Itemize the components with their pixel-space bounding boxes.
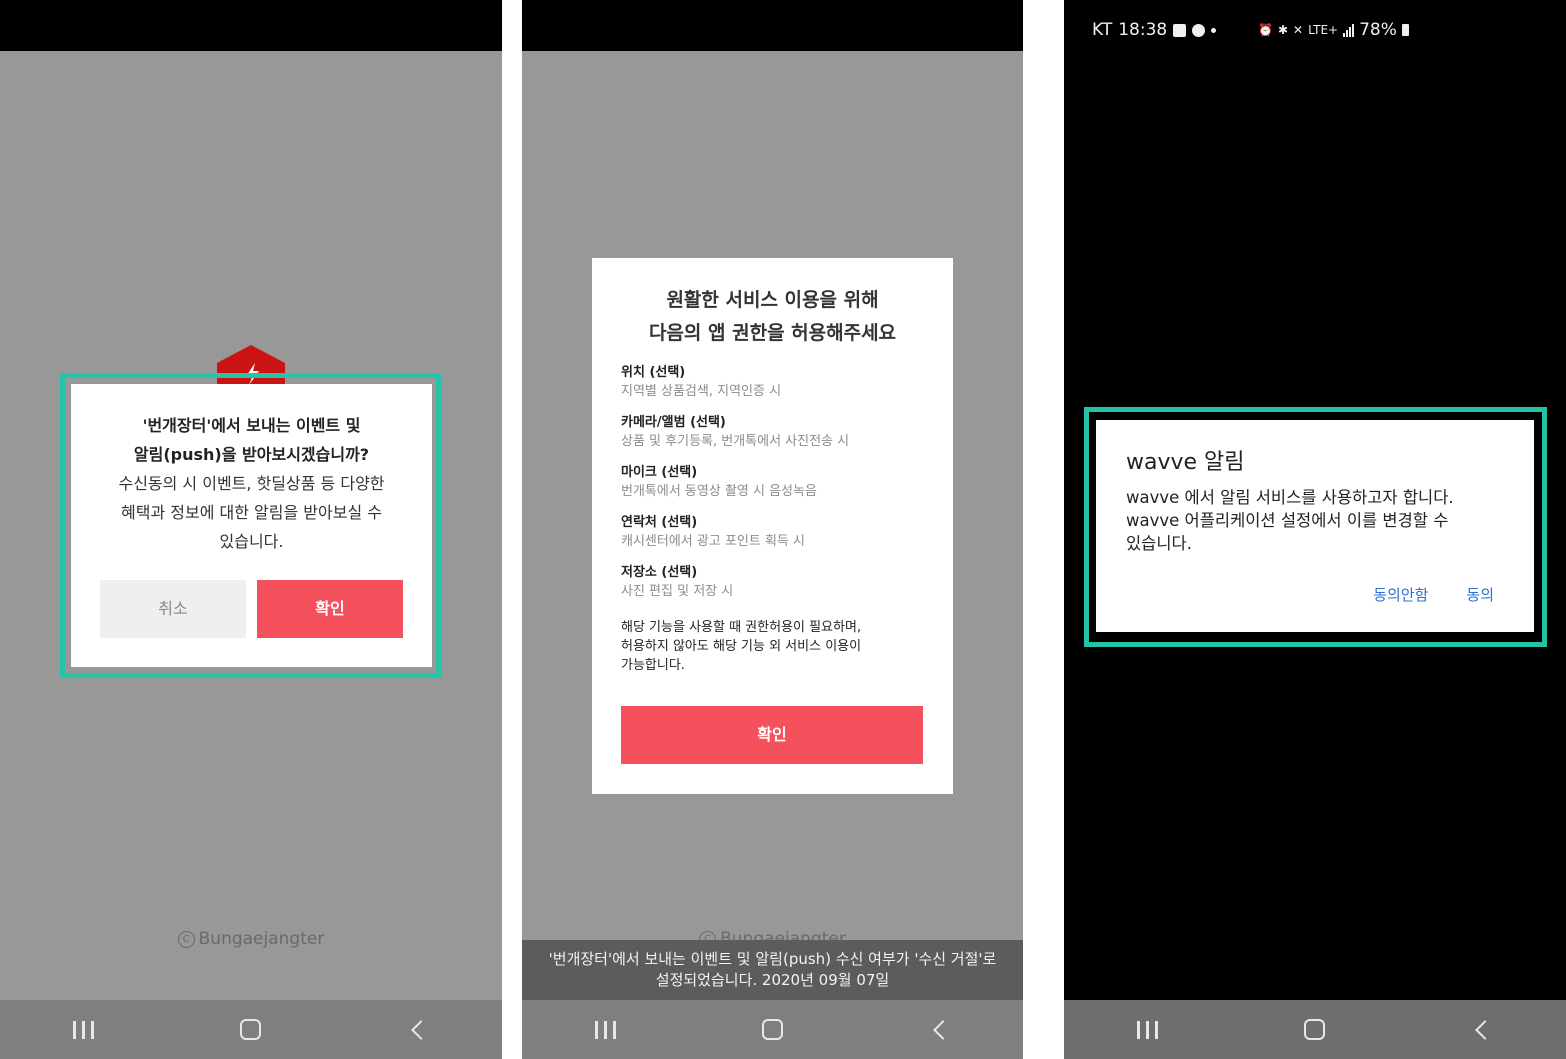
back-button[interactable] — [1452, 1010, 1512, 1050]
permission-desc: 캐시센터에서 광고 포인트 획득 시 — [621, 534, 805, 549]
dialog-buttons: 취소 확인 — [100, 580, 403, 638]
permission-desc: 번개톡에서 동영상 촬영 시 음성녹음 — [621, 484, 817, 499]
dialog-title: wavve 알림 — [1126, 450, 1245, 475]
status-left: KT 18:38 — [1092, 20, 1217, 40]
confirm-button[interactable]: 확인 — [621, 706, 923, 764]
permission-item-camera: 카메라/앨범 (선택) 상품 및 후기등록, 번개톡에서 사진전송 시 — [621, 414, 931, 464]
permission-name: 마이크 (선택) — [621, 465, 698, 480]
confirm-button[interactable]: 확인 — [257, 580, 403, 638]
recent-apps-button[interactable] — [1118, 1010, 1178, 1050]
alarm-icon: ⏰ — [1258, 23, 1273, 37]
copyright-label: Bungaejangter — [198, 929, 325, 949]
status-bar — [522, 0, 1023, 51]
mute-icon: ✕ — [1293, 23, 1304, 37]
toast-message: '번개장터'에서 보내는 이벤트 및 알림(push) 수신 여부가 '수신 거… — [522, 940, 1023, 1000]
notification-permission-dialog: wavve 알림 wavve 에서 알림 서비스를 사용하고자 합니다. wav… — [1096, 420, 1534, 632]
dialog-body: 수신동의 시 이벤트, 핫딜상품 등 다양한 혜택과 정보에 대한 알림을 받아… — [118, 474, 385, 551]
status-bar — [0, 0, 502, 51]
home-icon — [1304, 1019, 1326, 1040]
permission-item-storage: 저장소 (선택) 사진 편집 및 저장 시 — [621, 564, 931, 614]
back-button[interactable] — [388, 1010, 448, 1050]
recent-apps-button[interactable] — [54, 1010, 114, 1050]
push-consent-dialog: '번개장터'에서 보내는 이벤트 및 알림(push)을 받아보시겠습니까? 수… — [71, 384, 432, 667]
recent-apps-icon — [73, 1020, 95, 1039]
copyright-icon: C — [177, 931, 195, 948]
carrier-label: KT — [1092, 20, 1113, 40]
home-icon — [762, 1019, 783, 1040]
status-right: ⏰ ✱ ✕ LTE+ 78% — [1258, 20, 1409, 40]
permission-item-contacts: 연락처 (선택) 캐시센터에서 광고 포인트 획득 시 — [621, 514, 931, 564]
battery-label: 78% — [1359, 20, 1397, 40]
permission-item-location: 위치 (선택) 지역별 상품검색, 지역인증 시 — [621, 364, 931, 414]
permission-desc: 상품 및 후기등록, 번개톡에서 사진전송 시 — [621, 434, 850, 449]
dialog-title: '번개장터'에서 보내는 이벤트 및 알림(push)을 받아보시겠습니까? — [133, 416, 370, 464]
recent-apps-icon — [595, 1020, 616, 1039]
recent-apps-button[interactable] — [576, 1010, 636, 1050]
permission-list: 위치 (선택) 지역별 상품검색, 지역인증 시 카메라/앨범 (선택) 상품 … — [621, 364, 931, 614]
dialog-message: wavve 에서 알림 서비스를 사용하고자 합니다. wavve 어플리케이션… — [1126, 488, 1454, 553]
home-button[interactable] — [221, 1010, 281, 1050]
network-type-label: LTE+ — [1308, 23, 1339, 37]
deny-button[interactable]: 동의안함 — [1373, 584, 1428, 605]
clock: 18:38 — [1118, 20, 1168, 40]
permission-desc: 사진 편집 및 저장 시 — [621, 584, 734, 599]
status-bar: KT 18:38 ⏰ ✱ ✕ LTE+ 78% — [1064, 0, 1566, 60]
screen-wavve-notification: KT 18:38 ⏰ ✱ ✕ LTE+ 78% wavve 알림 wavve 에… — [1064, 0, 1566, 1059]
navigation-bar — [0, 1000, 502, 1059]
navigation-bar — [1064, 1000, 1566, 1059]
permission-note: 해당 기능을 사용할 때 권한허용이 필요하며, 허용하지 않아도 해당 기능 … — [621, 620, 862, 673]
screen-bungaejangter-push-consent: '번개장터'에서 보내는 이벤트 및 알림(push)을 받아보시겠습니까? 수… — [0, 0, 502, 1059]
permission-desc: 지역별 상품검색, 지역인증 시 — [621, 384, 782, 399]
permissions-dialog: 원활한 서비스 이용을 위해 다음의 앱 권한을 허용해주세요 위치 (선택) … — [592, 258, 953, 794]
recent-apps-icon — [1137, 1020, 1159, 1039]
more-notifications-icon — [1211, 27, 1217, 33]
home-icon — [240, 1019, 262, 1040]
permission-name: 위치 (선택) — [621, 365, 686, 380]
permission-name: 저장소 (선택) — [621, 565, 698, 580]
dialog-title: 원활한 서비스 이용을 위해 다음의 앱 권한을 허용해주세요 — [648, 289, 897, 344]
home-button[interactable] — [743, 1010, 803, 1050]
gallery-icon — [1173, 23, 1187, 37]
dialog-buttons: 동의안함 동의 — [1373, 584, 1494, 605]
permission-name: 카메라/앨범 (선택) — [621, 415, 726, 430]
signal-icon — [1343, 23, 1355, 37]
back-button[interactable] — [910, 1010, 970, 1050]
allow-button[interactable]: 동의 — [1466, 584, 1494, 605]
chat-icon — [1192, 23, 1206, 37]
back-icon — [932, 1019, 953, 1040]
back-icon — [1475, 1019, 1496, 1040]
copyright-text: CBungaejangter — [0, 929, 502, 949]
battery-icon — [1401, 24, 1409, 36]
permission-name: 연락처 (선택) — [621, 515, 698, 530]
bluetooth-icon: ✱ — [1277, 23, 1289, 37]
screen-bungaejangter-permissions: 원활한 서비스 이용을 위해 다음의 앱 권한을 허용해주세요 위치 (선택) … — [522, 0, 1023, 1059]
permission-item-microphone: 마이크 (선택) 번개톡에서 동영상 촬영 시 음성녹음 — [621, 464, 931, 514]
back-icon — [411, 1019, 432, 1040]
cancel-button[interactable]: 취소 — [100, 580, 246, 638]
navigation-bar — [522, 1000, 1023, 1059]
home-button[interactable] — [1285, 1010, 1345, 1050]
